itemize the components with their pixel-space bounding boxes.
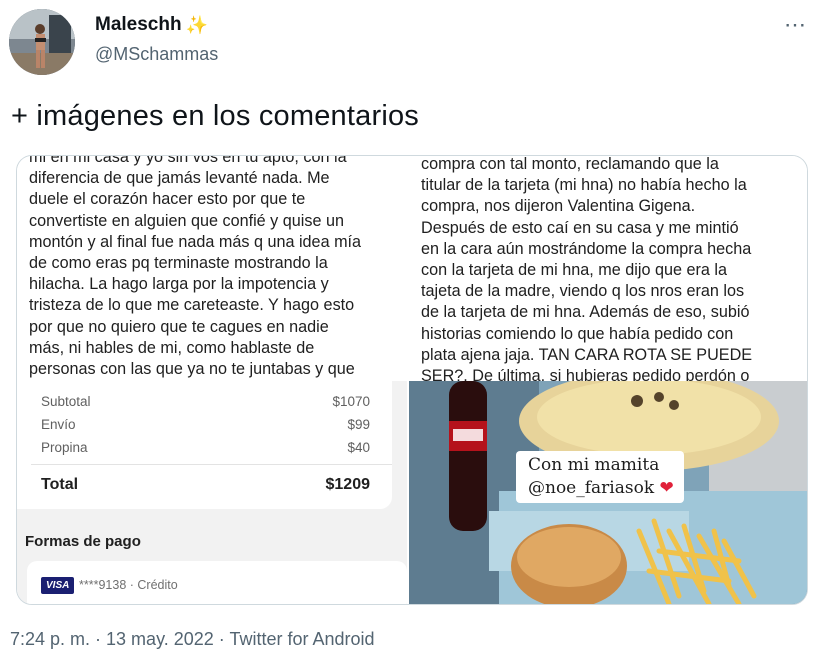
story-caption-sticker: Con mi mamita @noe_fariasok ❤ [516,451,684,503]
media-image-food-photo[interactable]: Con mi mamita @noe_fariasok ❤ [409,381,807,604]
right-text-line: plata ajena jaja. TAN CARA ROTA SE PUEDE [421,345,753,364]
media-image-left-text[interactable]: mi en mi casa y yo sin vos en tu apto, c… [17,156,404,381]
right-text-line: en la cara aún mostrándome la compra hec… [421,239,752,258]
right-text-line: de la tarjeta de mi hna. Además de eso, … [421,303,750,322]
receipt-row-propina: Propina $40 [41,440,370,455]
receipt-total-label: Total [41,476,79,493]
caption-line-1: Con mi mamita [528,455,660,475]
receipt-row-subtotal: Subtotal $1070 [41,394,370,409]
author-name-row[interactable]: Maleschh ✨ [95,14,208,36]
more-options-icon[interactable]: ⋯ [784,12,807,38]
left-text-line: por que no quiero que te cagues en nadie [29,317,329,336]
receipt-row-total: Total $1209 [41,476,370,494]
caption-line-2: @noe_fariasok ❤ [528,477,674,500]
left-text-block: mi en mi casa y yo sin vos en tu apto, c… [29,156,399,380]
media-image-receipt[interactable]: Subtotal $1070 Envío $99 Propina $40 Tot… [17,381,407,604]
receipt-divider [31,464,392,465]
right-text-line: SER?. De última, si hubieras pedido perd… [421,367,750,381]
avatar-image [9,9,75,75]
receipt-label: Subtotal [41,394,91,409]
sparkle-icon: ✨ [185,15,209,35]
receipt-value: $99 [347,417,370,432]
left-text-line: más, ni hables de mi, como hablaste de [29,338,315,357]
left-text-line: personas con las que ya no te juntabas y… [29,360,355,379]
display-name[interactable]: Maleschh [95,14,182,36]
right-text-line: Después de esto caí en su casa y me mint… [421,218,739,237]
left-text-line: diferencia de que jamás levanté nada. Me [29,169,330,188]
right-text-line: con la tarjeta de mi hna, me dijo que er… [421,261,727,280]
right-text-line: tajeta de la madre, viendo q los nros er… [421,282,745,301]
left-text-line: convertiste en alguien que confié y quis… [29,211,344,230]
left-text-line: montón y al final fue nada más q una ide… [29,232,362,251]
receipt-summary-card: Subtotal $1070 Envío $99 Propina $40 Tot… [17,381,392,509]
left-text-line: duele el corazón hacer esto por que te [29,190,306,209]
right-text-line: compra, nos dijeron Valentina Gigena. [421,197,696,216]
payment-methods-title: Formas de pago [25,533,141,550]
right-text-line: titular de la tarjeta (mi hna) no había … [421,176,747,195]
left-text-line: hilacha. La hago larga por la impotencia… [29,275,329,294]
visa-icon: VISA [41,577,75,594]
receipt-value: $1070 [332,394,370,409]
caption-mention: @noe_fariasok [528,478,655,498]
card-number: ****9138 · Crédito [79,578,178,592]
receipt-label: Envío [41,417,76,432]
left-text-line: de como eras pq terminaste mostrando la [29,254,328,273]
left-text-line: mi en mi casa y yo sin vos en tu apto, c… [29,156,347,166]
tweet-text: + imágenes en los comentarios [11,100,419,132]
media-image-right-text[interactable]: compra con tal monto, reclamando que la t… [410,156,807,381]
media-grid[interactable]: mi en mi casa y yo sin vos en tu apto, c… [16,155,808,605]
receipt-row-envio: Envío $99 [41,417,370,432]
payment-card-box: VISA ****9138 · Crédito [27,561,407,604]
receipt-total-value: $1209 [325,476,371,493]
right-text-block: compra con tal monto, reclamando que la t… [421,156,801,381]
left-text-line: tristeza de lo que me careteaste. Y hago… [29,296,355,315]
receipt-label: Propina [41,440,88,455]
right-text-line: compra con tal monto, reclamando que la [421,156,719,173]
heart-icon: ❤ [659,478,674,498]
right-text-line: historias comiendo lo que había pedido c… [421,324,734,343]
receipt-value: $40 [347,440,370,455]
tweet-timestamp[interactable]: 7:24 p. m. · 13 may. 2022 · Twitter for … [10,629,375,650]
user-handle[interactable]: @MSchammas [95,44,218,65]
avatar[interactable] [9,9,75,75]
